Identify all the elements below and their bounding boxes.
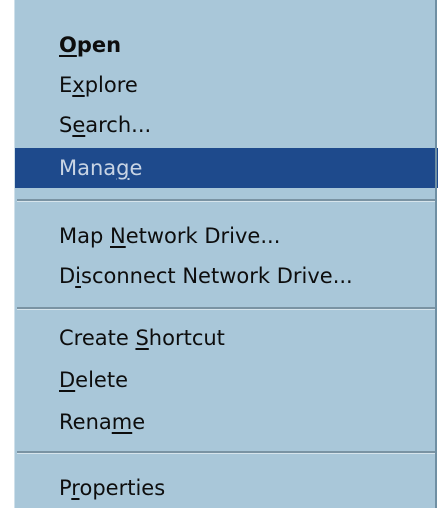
menu-separator — [17, 307, 436, 310]
menu-item-disconnect-network-drive[interactable]: Disconnect Network Drive... — [15, 258, 438, 294]
menu-item-open[interactable]: Open — [15, 27, 438, 63]
menu-item-map-network-drive[interactable]: Map Network Drive... — [15, 218, 438, 254]
menu-item-search[interactable]: Search... — [15, 107, 438, 143]
menu-item-create-shortcut[interactable]: Create Shortcut — [15, 320, 438, 356]
context-menu: Open Explore Search... Manage Map Networ… — [14, 0, 438, 508]
menu-item-explore[interactable]: Explore — [15, 67, 438, 103]
menu-item-properties[interactable]: Properties — [15, 470, 438, 506]
menu-item-delete[interactable]: Delete — [15, 362, 438, 398]
menu-separator — [17, 199, 436, 202]
screenshot-stage: Open Explore Search... Manage Map Networ… — [0, 0, 439, 508]
menu-separator — [17, 451, 436, 454]
menu-item-rename[interactable]: Rename — [15, 404, 438, 440]
menu-item-manage[interactable]: Manage — [15, 148, 438, 188]
